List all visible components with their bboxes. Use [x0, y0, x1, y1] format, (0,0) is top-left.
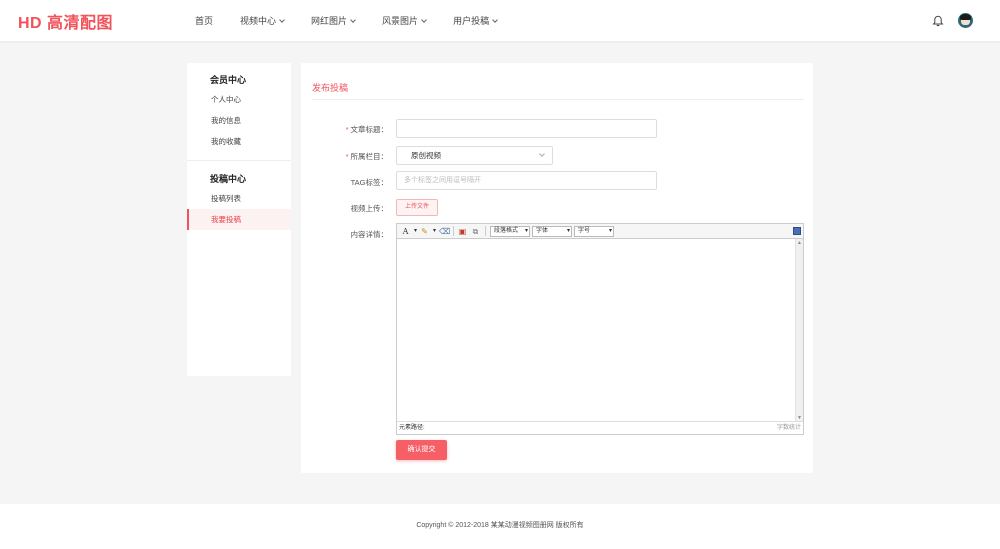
sidebar-item-personal-center[interactable]: 个人中心 — [187, 89, 291, 110]
rich-text-editor: A ▾ ✎ ▾ ⌫ ▣ ⧉ 段落格式 字体 字号 ▲ ▼ 元素路径: 字数统计 — [396, 223, 804, 435]
chevron-down-icon — [279, 16, 285, 23]
chevron-down-icon — [492, 16, 498, 23]
word-count: 字数统计 — [776, 425, 801, 431]
sidebar-item-my-favorites[interactable]: 我的收藏 — [187, 131, 291, 152]
paragraph-format-select[interactable]: 段落格式 — [490, 225, 531, 237]
nav-item-home[interactable]: 首页 — [195, 14, 213, 27]
page-footer: Copyright © 2012-2018 某某动漫视频图册网 版权所有 — [0, 504, 1000, 549]
user-avatar[interactable] — [958, 13, 973, 28]
article-title-input[interactable] — [396, 119, 657, 138]
title-label-text: 文章标题： — [350, 125, 389, 134]
element-path: 元素路径: — [399, 425, 425, 431]
nav-label: 网红图片 — [311, 16, 348, 26]
sidebar-group-submission-center: 投稿中心 — [210, 174, 247, 184]
content-label: 内容详情： — [350, 230, 389, 239]
font-color-icon[interactable]: A — [401, 227, 410, 236]
font-size-select[interactable]: 字号 — [574, 225, 615, 237]
site-logo[interactable]: HD 高清配图 — [18, 9, 113, 33]
editor-status-bar: 元素路径: 字数统计 — [397, 421, 803, 434]
nav-item-user-submissions[interactable]: 用户投稿 — [453, 14, 498, 27]
title-label: * 文章标题： — [346, 124, 388, 135]
tag-label: TAG标签： — [350, 178, 388, 187]
toolbar-separator — [453, 226, 455, 236]
category-select[interactable]: 原创视频 — [396, 146, 553, 165]
dropdown-arrow-icon[interactable]: ▾ — [433, 227, 436, 236]
nav-item-influencer-images[interactable]: 网红图片 — [311, 14, 356, 27]
editor-scrollbar[interactable]: ▲ ▼ — [795, 239, 803, 422]
nav-item-scenery-images[interactable]: 风景图片 — [382, 14, 427, 27]
nav-label: 视频中心 — [240, 16, 277, 26]
category-label-text: 所属栏目： — [350, 152, 389, 161]
nav-label: 首页 — [195, 16, 214, 26]
nav-item-video-center[interactable]: 视频中心 — [240, 14, 285, 27]
member-sidebar: 会员中心 个人中心 我的信息 我的收藏 投稿中心 投稿列表 我要投稿 — [187, 63, 291, 376]
sidebar-group-member-center: 会员中心 — [210, 75, 247, 85]
tag-input[interactable]: 多个标签之间用逗号隔开 — [396, 171, 657, 190]
font-family-select[interactable]: 字体 — [532, 225, 573, 237]
top-header: HD 高清配图 首页 视频中心 网红图片 风景图片 用户投稿 — [0, 0, 1000, 41]
image-icon[interactable]: ▣ — [458, 227, 467, 236]
copyright-text: Copyright © 2012-2018 某某动漫视频图册网 版权所有 — [416, 522, 584, 529]
sidebar-item-new-submission[interactable]: 我要投稿 — [187, 209, 291, 230]
editor-toolbar: A ▾ ✎ ▾ ⌫ ▣ ⧉ 段落格式 字体 字号 — [397, 224, 803, 239]
nav-label: 用户投稿 — [453, 16, 490, 26]
submission-form-panel: 发布投稿 * 文章标题： * 所属栏目： 原创视频 TAG标签： 多个标签之间用逗号… — [301, 63, 813, 473]
category-label: * 所属栏目： — [346, 151, 388, 162]
category-selected-value: 原创视频 — [411, 151, 441, 160]
nav-label: 风景图片 — [382, 16, 419, 26]
toolbar-separator — [485, 226, 487, 236]
media-icon[interactable]: ⧉ — [471, 227, 480, 236]
title-divider — [312, 99, 804, 100]
page-title: 发布投稿 — [312, 83, 349, 93]
main-nav: 首页 视频中心 网红图片 风景图片 用户投稿 — [195, 14, 524, 27]
chevron-down-icon — [350, 16, 356, 23]
highlight-color-icon[interactable]: ✎ — [420, 227, 429, 236]
dropdown-arrow-icon[interactable]: ▾ — [414, 227, 417, 236]
sidebar-divider — [187, 160, 291, 161]
sidebar-item-my-info[interactable]: 我的信息 — [187, 110, 291, 131]
eraser-icon[interactable]: ⌫ — [439, 227, 450, 236]
sidebar-item-submission-list[interactable]: 投稿列表 — [187, 188, 291, 209]
submit-button[interactable]: 确认提交 — [396, 440, 447, 460]
upload-file-button[interactable]: 上传文件 — [396, 199, 438, 216]
editor-content-area[interactable] — [397, 239, 796, 422]
bell-icon[interactable] — [932, 15, 944, 27]
chevron-down-icon — [421, 16, 427, 23]
required-mark: * — [345, 152, 349, 161]
chevron-down-icon — [539, 151, 545, 157]
fullscreen-icon[interactable] — [793, 227, 801, 235]
required-mark: * — [345, 125, 349, 134]
upload-label: 视频上传： — [350, 204, 389, 213]
scroll-up-icon[interactable]: ▲ — [797, 240, 802, 246]
